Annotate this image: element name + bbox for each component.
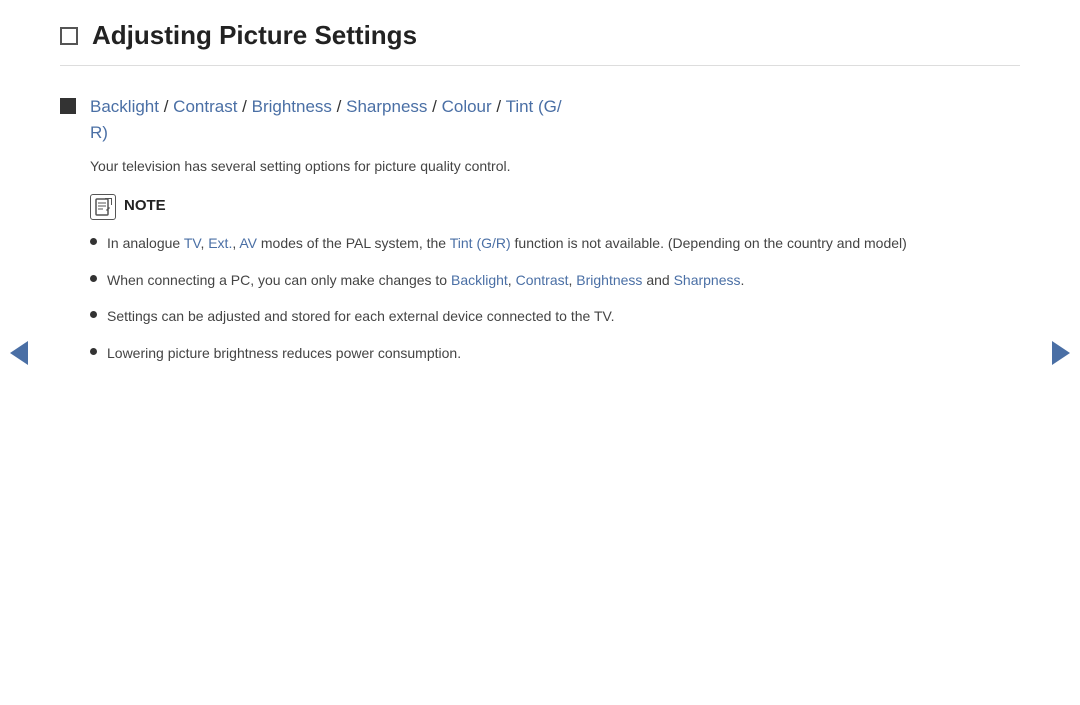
bullet-dot-icon xyxy=(90,238,97,245)
colour-link[interactable]: Colour xyxy=(442,97,492,116)
brightness-link-2[interactable]: Brightness xyxy=(576,272,642,288)
av-link[interactable]: AV xyxy=(239,235,257,251)
list-item: Settings can be adjusted and stored for … xyxy=(90,305,1020,327)
sharpness-link-2[interactable]: Sharpness xyxy=(674,272,741,288)
separator-1: / xyxy=(164,97,173,116)
bullet-dot-icon xyxy=(90,348,97,355)
contrast-link[interactable]: Contrast xyxy=(173,97,237,116)
page-container: Adjusting Picture Settings Backlight / C… xyxy=(0,0,1080,705)
section-bullet-icon xyxy=(60,98,76,114)
brightness-link[interactable]: Brightness xyxy=(252,97,332,116)
prev-page-arrow[interactable] xyxy=(10,341,28,365)
separator-5: / xyxy=(496,97,505,116)
section-content: Backlight / Contrast / Brightness / Shar… xyxy=(90,94,1020,378)
note-icon xyxy=(90,194,116,220)
list-item: When connecting a PC, you can only make … xyxy=(90,269,1020,291)
separator-3: / xyxy=(337,97,346,116)
separator-4: / xyxy=(432,97,441,116)
bullet-dot-icon xyxy=(90,275,97,282)
note-label: NOTE xyxy=(124,193,166,214)
note-box: NOTE xyxy=(90,193,1020,220)
next-page-arrow[interactable] xyxy=(1052,341,1070,365)
backlight-link-2[interactable]: Backlight xyxy=(451,272,508,288)
title-checkbox-icon xyxy=(60,27,78,45)
list-item-text-1: In analogue TV, Ext., AV modes of the PA… xyxy=(107,232,907,254)
list-item-text-4: Lowering picture brightness reduces powe… xyxy=(107,342,461,364)
page-title-row: Adjusting Picture Settings xyxy=(60,20,1020,66)
list-item: In analogue TV, Ext., AV modes of the PA… xyxy=(90,232,1020,254)
bullet-list: In analogue TV, Ext., AV modes of the PA… xyxy=(90,232,1020,364)
list-item-text-2: When connecting a PC, you can only make … xyxy=(107,269,744,291)
bullet-dot-icon xyxy=(90,311,97,318)
list-item-text-3: Settings can be adjusted and stored for … xyxy=(107,305,614,327)
contrast-link-2[interactable]: Contrast xyxy=(516,272,569,288)
tv-link[interactable]: TV xyxy=(184,235,201,251)
separator-2: / xyxy=(242,97,251,116)
description-text: Your television has several setting opti… xyxy=(90,155,1020,177)
page-title: Adjusting Picture Settings xyxy=(92,20,417,51)
main-section: Backlight / Contrast / Brightness / Shar… xyxy=(60,94,1020,378)
backlight-link[interactable]: Backlight xyxy=(90,97,159,116)
section-heading: Backlight / Contrast / Brightness / Shar… xyxy=(90,94,1020,145)
tint-gr-link-1[interactable]: Tint (G/R) xyxy=(450,235,511,251)
ext-link[interactable]: Ext. xyxy=(208,235,232,251)
sharpness-link[interactable]: Sharpness xyxy=(346,97,427,116)
list-item: Lowering picture brightness reduces powe… xyxy=(90,342,1020,364)
